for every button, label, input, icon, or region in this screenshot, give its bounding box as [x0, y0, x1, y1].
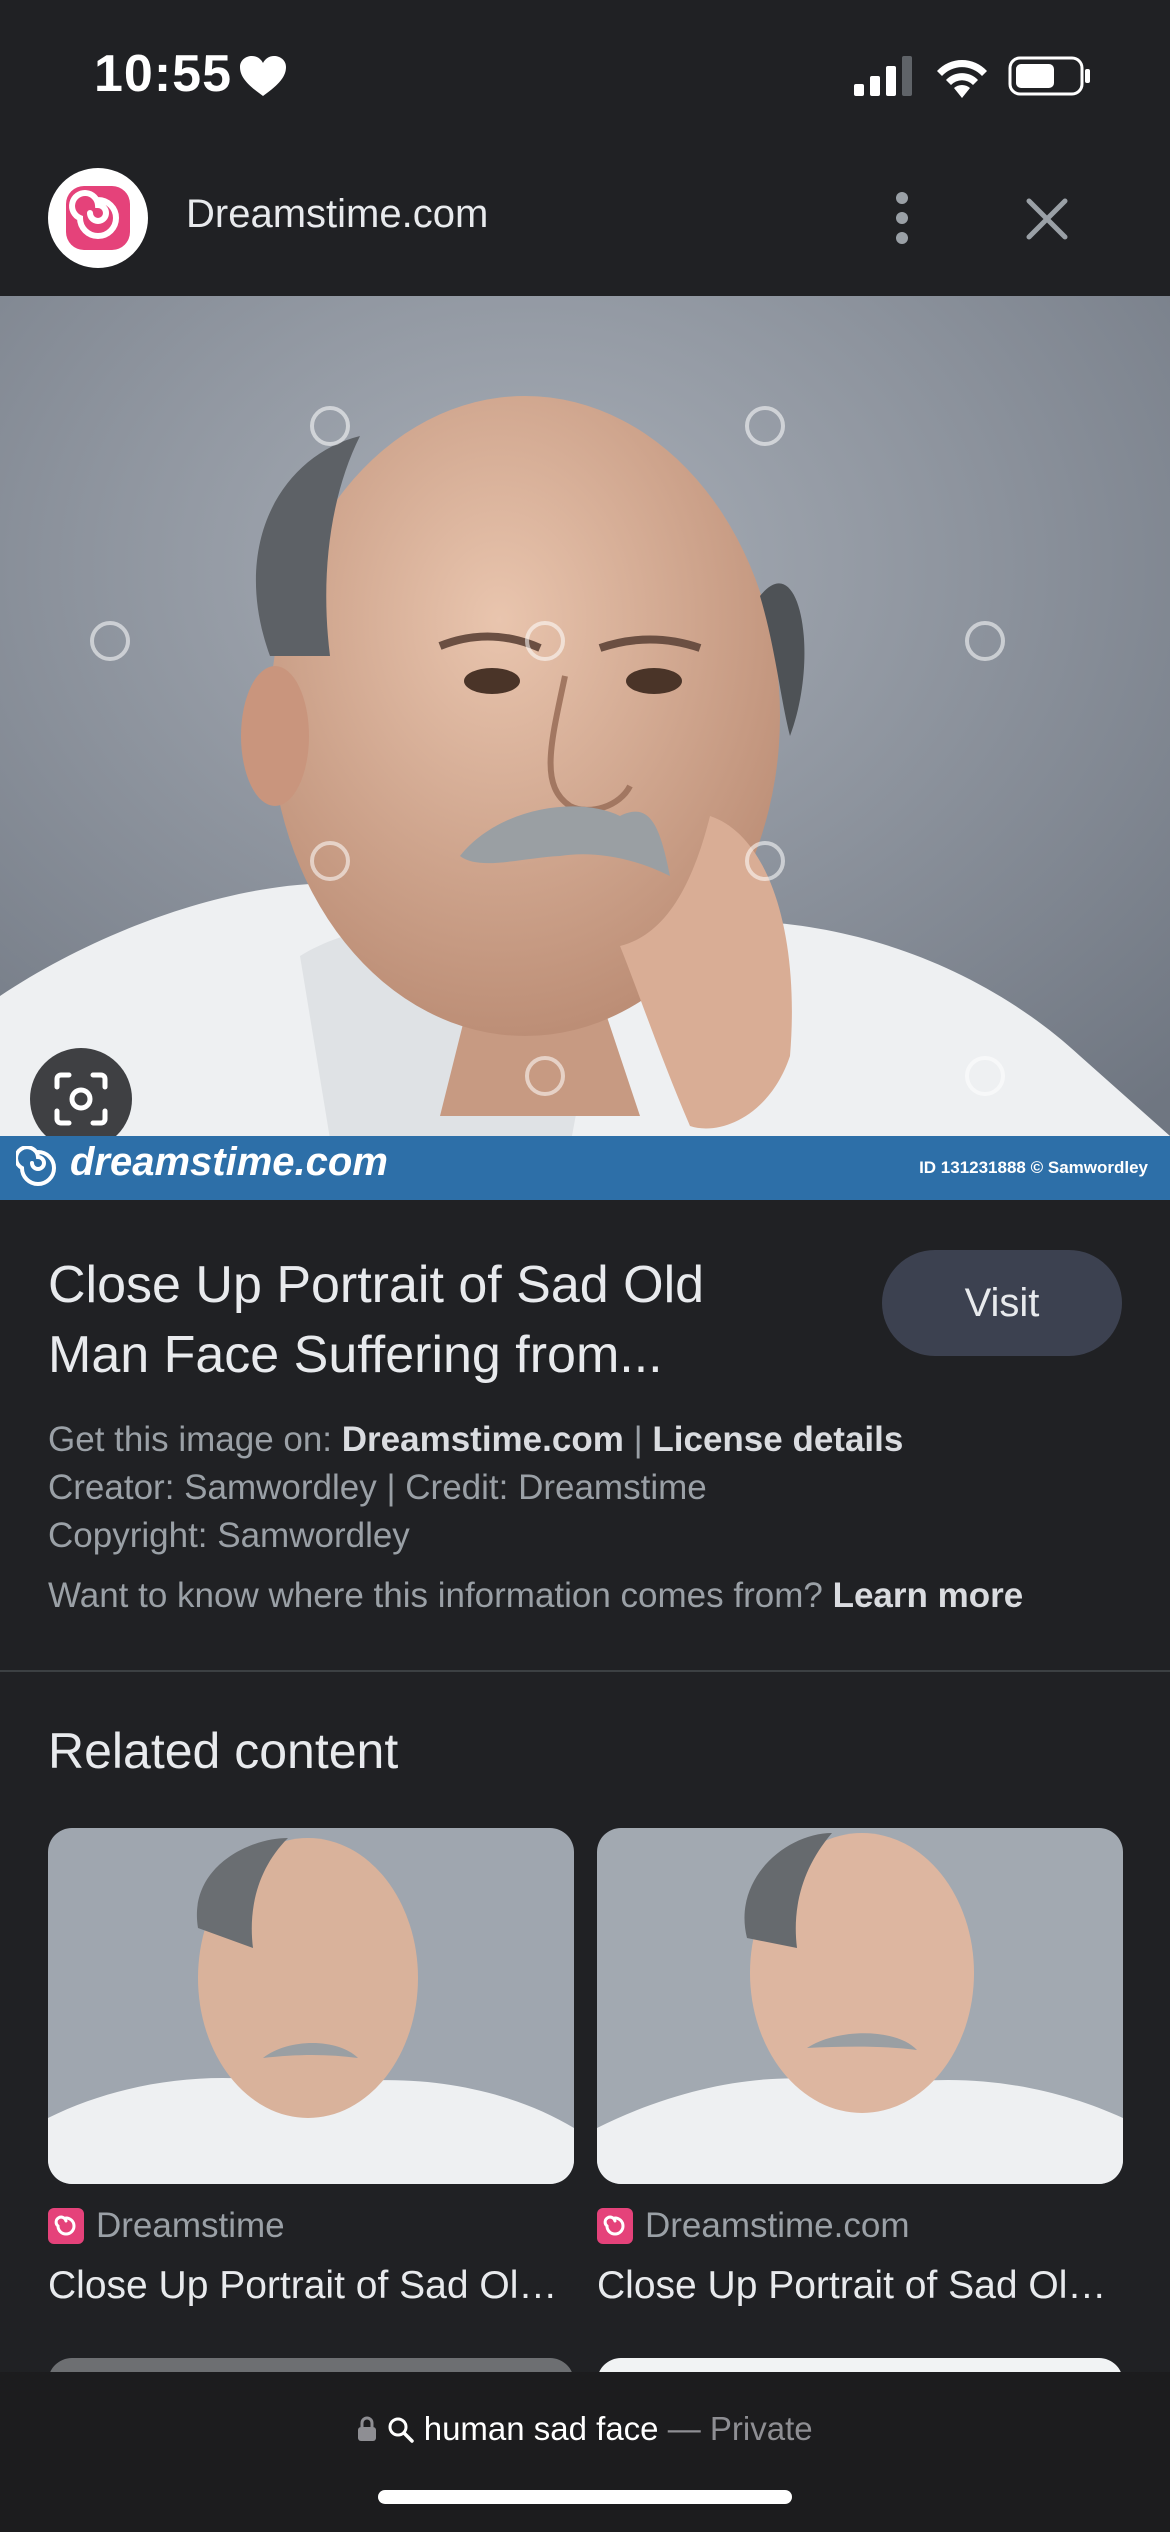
address-bar[interactable]: human sad face — Private — [0, 2410, 1170, 2448]
creator-line: Creator: Samwordley | Credit: Dreamstime — [48, 1468, 707, 1507]
search-query: human sad face — [423, 2410, 659, 2447]
battery-icon — [1008, 56, 1090, 96]
status-time: 10:55 — [94, 45, 232, 103]
close-button[interactable] — [1014, 186, 1080, 252]
site-name[interactable]: Dreamstime.com — [186, 192, 488, 237]
source-link[interactable]: Dreamstime.com — [342, 1420, 624, 1459]
main-image[interactable] — [0, 296, 1170, 1200]
cellular-signal-icon — [854, 56, 912, 96]
banner-image-id: ID 131231888 © Samwordley — [919, 1158, 1148, 1177]
related-title[interactable]: Close Up Portrait of Sad Old Man — [597, 2264, 1123, 2308]
related-thumbnail[interactable] — [597, 1828, 1123, 2184]
heart-icon — [240, 56, 286, 96]
home-indicator[interactable] — [378, 2490, 792, 2504]
status-bar: 10:55 — [0, 0, 1170, 150]
portrait-photo — [0, 296, 1170, 1200]
close-icon — [1026, 198, 1068, 240]
dreamstime-swirl-icon — [16, 1146, 56, 1186]
related-title[interactable]: Close Up Portrait of Sad Old Man — [48, 2264, 574, 2308]
visit-button[interactable]: Visit — [882, 1250, 1122, 1356]
dreamstime-logo-icon — [66, 186, 130, 250]
more-options-button[interactable] — [880, 180, 924, 256]
lock-icon — [358, 2416, 377, 2441]
copyright-line: Copyright: Samwordley — [48, 1516, 410, 1555]
site-logo[interactable] — [48, 168, 148, 268]
related-source: Dreamstime — [48, 2206, 285, 2246]
browser-bottom-bar — [0, 2372, 1170, 2532]
private-label: Private — [709, 2410, 813, 2447]
wifi-icon — [937, 60, 987, 98]
banner-brand: dreamstime.com — [70, 1140, 388, 1184]
viewer-header — [0, 150, 1170, 296]
dreamstime-favicon-icon — [597, 2208, 633, 2244]
lens-search-button[interactable] — [30, 1048, 132, 1150]
info-source-line: Want to know where this information come… — [48, 1576, 1024, 1615]
license-details-link[interactable]: License details — [652, 1420, 903, 1459]
search-icon — [388, 2417, 414, 2443]
related-heading: Related content — [48, 1723, 399, 1779]
related-item[interactable]: Dreamstime Close Up Portrait of Sad Old … — [48, 1828, 574, 2307]
more-vert-icon — [896, 192, 908, 244]
image-title[interactable]: Close Up Portrait of Sad Old Man Face Su… — [48, 1250, 808, 1390]
section-divider — [0, 1670, 1170, 1672]
related-thumbnail[interactable] — [48, 1828, 574, 2184]
learn-more-link[interactable]: Learn more — [833, 1576, 1024, 1615]
dreamstime-favicon-icon — [48, 2208, 84, 2244]
related-item[interactable]: Dreamstime.com Close Up Portrait of Sad … — [597, 1828, 1123, 2307]
get-image-line: Get this image on: Dreamstime.com | Lice… — [48, 1420, 904, 1459]
related-source: Dreamstime.com — [597, 2206, 909, 2246]
lens-icon — [54, 1072, 108, 1126]
